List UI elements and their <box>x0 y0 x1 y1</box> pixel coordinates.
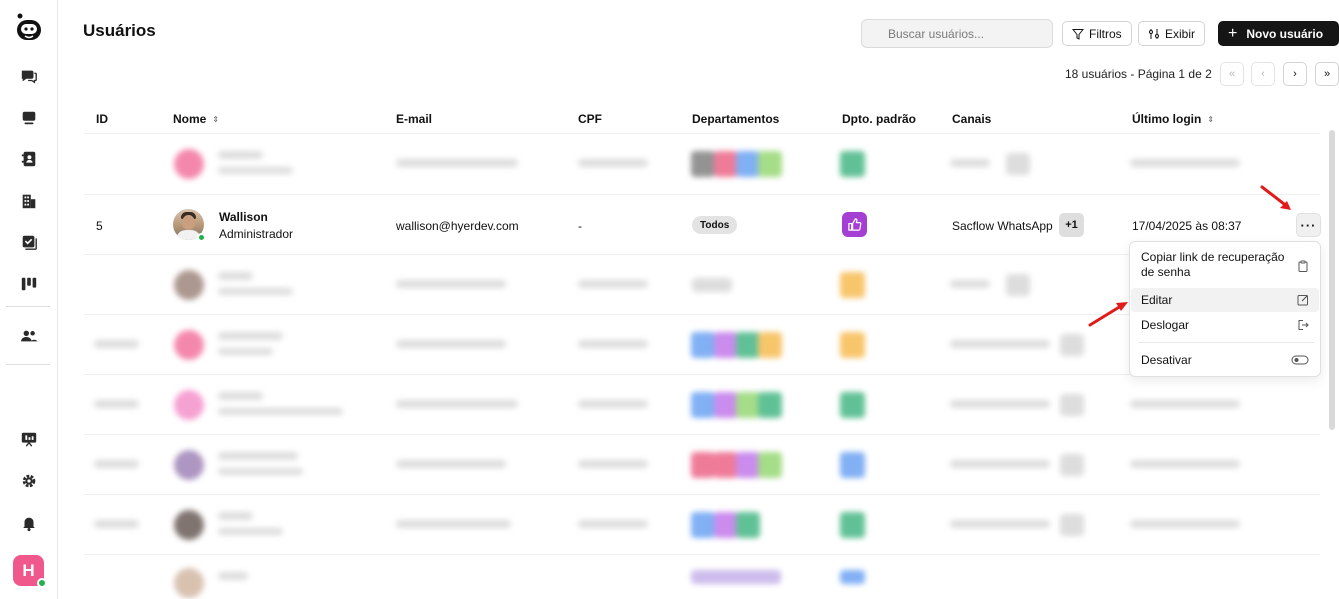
dashboard-icon[interactable] <box>18 428 40 450</box>
user-initial: H <box>22 560 35 580</box>
kanban-icon[interactable] <box>18 273 40 295</box>
scrollbar[interactable] <box>1329 130 1335 430</box>
sidebar-divider <box>6 306 50 307</box>
table-divider <box>84 133 1320 134</box>
menu-item-label: Editar <box>1141 293 1173 307</box>
row-actions-menu: Copiar link de recuperação de senha Edit… <box>1129 241 1321 377</box>
sidebar: H <box>0 0 58 599</box>
app-logo[interactable] <box>14 12 44 44</box>
menu-item-deactivate[interactable]: Desativar <box>1131 348 1319 372</box>
inbox-icon[interactable] <box>18 107 40 129</box>
cell-cpf: - <box>578 219 582 233</box>
filters-button[interactable]: Filtros <box>1062 21 1132 46</box>
toggle-icon[interactable] <box>1291 354 1309 366</box>
menu-item-copy-recovery-link[interactable]: Copiar link de recuperação de senha <box>1131 250 1319 282</box>
table-divider <box>84 194 1320 195</box>
cell-role: Administrador <box>219 227 294 241</box>
department-badge: Todos <box>692 216 738 234</box>
user-avatar[interactable]: H <box>13 555 47 588</box>
page-title: Usuários <box>83 21 156 40</box>
more-channels-badge[interactable]: +1 <box>1059 213 1084 237</box>
annotation-arrow <box>1260 185 1291 210</box>
sidebar-divider <box>6 364 50 365</box>
first-page-button[interactable]: « <box>1220 62 1244 86</box>
last-page-button[interactable]: » <box>1315 62 1339 86</box>
cell-email: wallison@hyerdev.com <box>396 219 519 233</box>
clipboard-icon <box>1298 260 1308 272</box>
col-header-channels: Canais <box>952 112 992 126</box>
menu-item-logout[interactable]: Deslogar <box>1131 314 1319 336</box>
team-icon[interactable] <box>18 325 40 347</box>
menu-item-edit[interactable]: Editar <box>1131 288 1319 312</box>
new-user-button[interactable]: + Novo usuário <box>1218 21 1339 46</box>
online-status-dot <box>197 233 206 242</box>
menu-item-label: Deslogar <box>1141 318 1190 332</box>
plus-icon: + <box>1228 24 1238 42</box>
col-header-departments: Departamentos <box>692 112 780 126</box>
thumbs-up-icon <box>842 212 867 237</box>
annotation-arrow <box>1088 302 1128 327</box>
pagination-summary: 18 usuários - Página 1 de 2 <box>1065 67 1212 81</box>
menu-divider <box>1138 342 1314 343</box>
cell-name: Wallison <box>219 210 268 224</box>
table-row-blurred[interactable] <box>84 376 1320 436</box>
contacts-icon[interactable] <box>18 148 40 170</box>
bell-icon[interactable] <box>18 512 40 534</box>
edit-icon <box>1297 295 1308 306</box>
menu-item-label: Desativar <box>1141 353 1192 367</box>
sliders-icon <box>1149 28 1159 39</box>
logout-icon <box>1298 320 1309 330</box>
filters-label: Filtros <box>1089 26 1122 41</box>
chat-icon[interactable] <box>18 65 40 87</box>
table-row-blurred[interactable] <box>84 556 1320 598</box>
table-divider <box>84 434 1320 435</box>
next-page-button[interactable]: › <box>1283 62 1307 86</box>
table-row-blurred[interactable] <box>84 496 1320 556</box>
col-header-id: ID <box>96 112 108 126</box>
col-header-email: E-mail <box>396 112 433 126</box>
cell-channel: Sacflow WhatsApp <box>952 219 1053 233</box>
app: H Usuários Filtros Exibir + Novo usuário… <box>0 0 1339 599</box>
table-divider <box>84 494 1320 495</box>
cell-id: 5 <box>96 219 103 233</box>
table-row-blurred[interactable] <box>84 436 1320 496</box>
prev-page-button[interactable]: ‹ <box>1251 62 1275 86</box>
row-actions-button[interactable]: ··· <box>1296 213 1321 237</box>
sort-icon[interactable]: ⇕ <box>212 115 219 124</box>
menu-item-label: Copiar link de recuperação de senha <box>1141 250 1285 279</box>
cell-last-login: 17/04/2025 às 08:37 <box>1132 219 1242 233</box>
col-header-default-dept: Dpto. padrão <box>842 112 916 126</box>
table-divider <box>84 554 1320 555</box>
tasks-icon[interactable] <box>18 231 40 253</box>
table-row-blurred[interactable] <box>84 135 1320 195</box>
settings-icon[interactable] <box>18 470 40 492</box>
col-header-cpf: CPF <box>578 112 602 126</box>
col-header-name[interactable]: Nome ⇕ <box>173 112 219 126</box>
new-user-label: Novo usuário <box>1246 26 1324 41</box>
col-header-last-login[interactable]: Último login ⇕ <box>1132 112 1214 126</box>
display-button[interactable]: Exibir <box>1138 21 1206 46</box>
building-icon[interactable] <box>18 190 40 212</box>
display-label: Exibir <box>1165 26 1196 41</box>
filter-icon <box>1072 28 1084 40</box>
sort-icon[interactable]: ⇕ <box>1207 115 1214 124</box>
online-status-dot <box>37 578 47 588</box>
search-input[interactable] <box>861 19 1053 48</box>
